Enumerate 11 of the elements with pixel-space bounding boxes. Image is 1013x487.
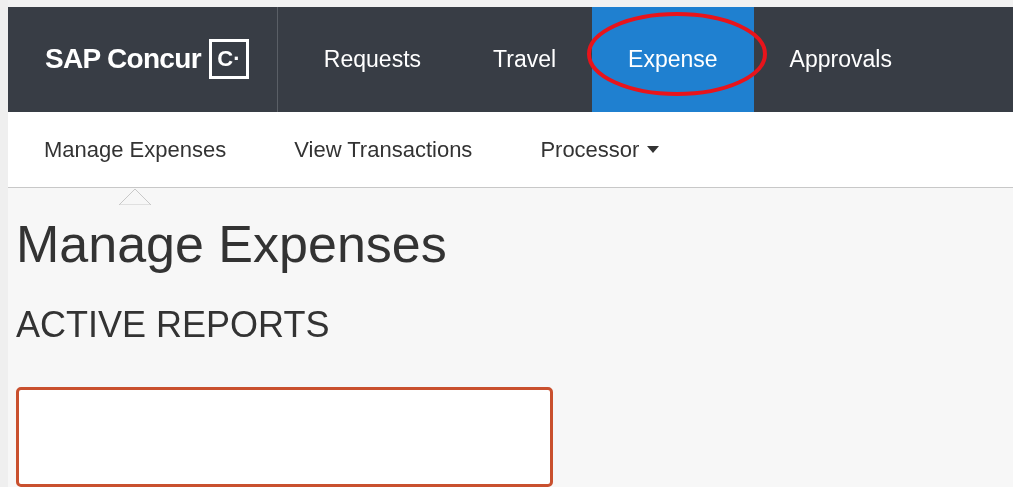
nav-tab[interactable]: Travel bbox=[457, 7, 593, 112]
nav-tab[interactable]: Expense bbox=[592, 7, 754, 112]
nav-tab[interactable]: Approvals bbox=[753, 7, 928, 112]
subnav-link[interactable]: Manage Expenses bbox=[44, 132, 227, 166]
section-heading: ACTIVE REPORTS bbox=[16, 307, 331, 343]
logo-text: SAP Concur bbox=[45, 42, 201, 77]
dropdown-menu[interactable]: Processor bbox=[540, 132, 660, 166]
report-card[interactable] bbox=[16, 387, 553, 487]
subnav-link[interactable]: View Transactions bbox=[294, 132, 473, 166]
nav-tab[interactable]: Requests bbox=[287, 7, 458, 112]
logo-mark: C· bbox=[208, 39, 249, 80]
